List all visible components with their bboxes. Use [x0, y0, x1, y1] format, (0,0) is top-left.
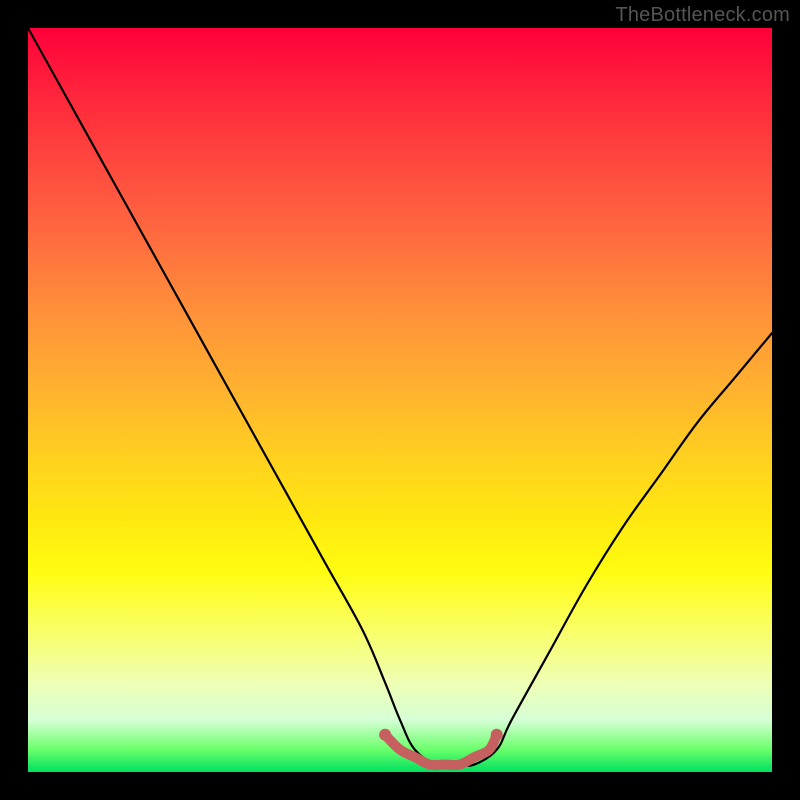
plot-area — [28, 28, 772, 772]
curve-layer — [28, 28, 772, 772]
endpoint-marker — [491, 729, 503, 741]
valley-highlight-path — [385, 735, 497, 765]
bottleneck-curve-path — [28, 28, 772, 766]
endpoint-marker — [379, 729, 391, 741]
bottleneck-chart: TheBottleneck.com — [0, 0, 800, 800]
watermark-text: TheBottleneck.com — [615, 4, 790, 27]
endpoint-markers — [379, 729, 503, 741]
